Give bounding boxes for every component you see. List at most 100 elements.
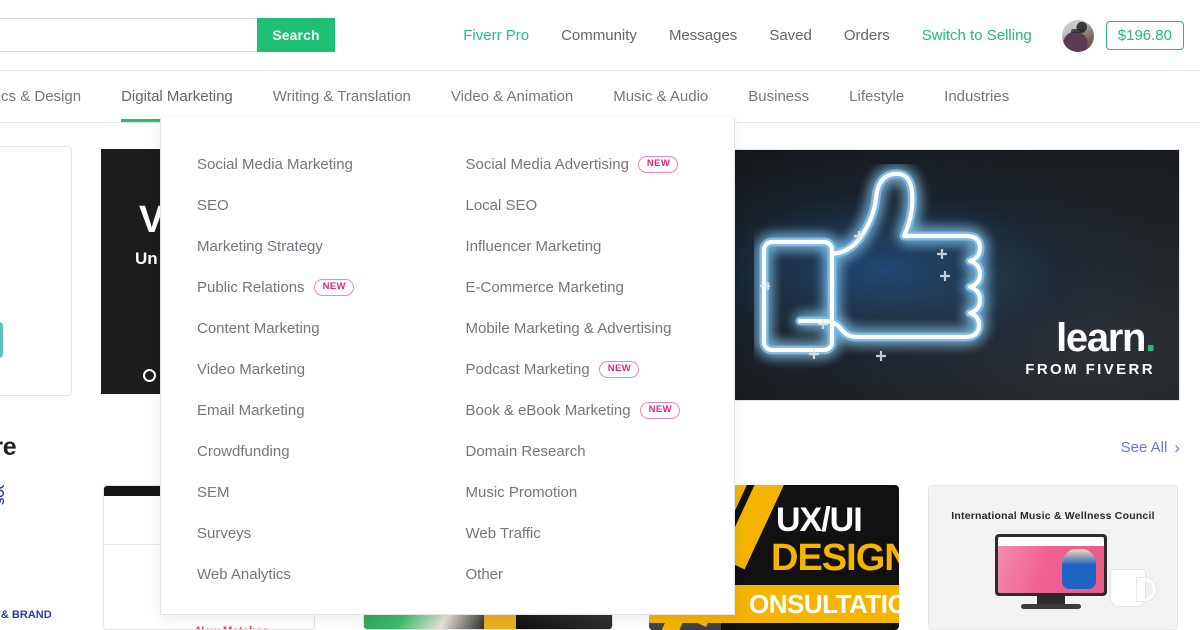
dropdown-item-surveys[interactable]: Surveys	[197, 513, 466, 554]
dropdown-item-other[interactable]: Other	[466, 554, 735, 595]
promo-card-left[interactable]: ers	[0, 146, 72, 396]
site-header: Search Fiverr Pro Community Messages Sav…	[0, 0, 1200, 71]
monitor-stand	[1037, 596, 1065, 604]
dropdown-item-label: Other	[465, 566, 504, 583]
nav-fiverr-pro[interactable]: Fiverr Pro	[447, 0, 545, 71]
coffee-mug-icon	[1111, 570, 1156, 606]
learn-logo: learn.	[1056, 316, 1156, 360]
dropdown-item-label: Social Media Marketing	[197, 156, 353, 173]
header-right-group: Fiverr Pro Community Messages Saved Orde…	[447, 0, 1184, 71]
uxui-title-line1: UX/UI	[776, 501, 863, 539]
dropdown-item-marketing-strategy[interactable]: Marketing Strategy	[197, 226, 466, 267]
dropdown-column-right: Social Media Advertising NEW Local SEO In…	[466, 144, 735, 595]
dropdown-item-label: Music Promotion	[465, 484, 578, 501]
category-industries[interactable]: Industries	[924, 71, 1029, 122]
gig-card-video[interactable]: MARKETING CULTURE TOR TY STRATEGY & BRAN…	[0, 485, 93, 630]
dropdown-item-social-media-advertising[interactable]: Social Media Advertising NEW	[466, 144, 735, 185]
dropdown-item-influencer-marketing[interactable]: Influencer Marketing	[466, 226, 735, 267]
dropdown-item-public-relations[interactable]: Public Relations NEW	[197, 267, 466, 308]
promo-card-dark-subtitle: Un	[135, 249, 158, 268]
category-nav: Graphics & Design Digital Marketing Writ…	[0, 71, 1200, 123]
uxui-title-line2: DESIGN	[771, 537, 899, 579]
digital-marketing-dropdown: Social Media Marketing SEO Marketing Str…	[160, 118, 735, 615]
dropdown-column-left: Social Media Marketing SEO Marketing Str…	[197, 144, 466, 595]
category-music-audio[interactable]: Music & Audio	[593, 71, 728, 122]
dropdown-item-web-traffic[interactable]: Web Traffic	[466, 513, 735, 554]
search-button[interactable]: Search	[257, 18, 335, 52]
dropdown-item-label: Book & eBook Marketing	[465, 402, 631, 419]
category-digital-marketing[interactable]: Digital Marketing	[101, 71, 253, 122]
new-badge: NEW	[313, 279, 354, 296]
dropdown-item-label: Social Media Advertising	[465, 156, 629, 173]
word-cloud-thumbnail: MARKETING CULTURE TOR TY STRATEGY & BRAN…	[0, 485, 93, 630]
new-badge: NEW	[639, 402, 680, 419]
dropdown-item-email-marketing[interactable]: Email Marketing	[197, 390, 466, 431]
dropdown-item-sem[interactable]: SEM	[197, 472, 466, 513]
uxui-title-line3: ONSULTATION	[749, 589, 899, 619]
neon-thumbs-up-icon	[759, 169, 985, 361]
search-bar[interactable]: Search	[0, 18, 335, 52]
balance-badge[interactable]: $196.80	[1105, 21, 1184, 50]
dropdown-item-local-seo[interactable]: Local SEO	[466, 185, 735, 226]
dropdown-item-label: Local SEO	[465, 197, 538, 214]
dropdown-item-label: Domain Research	[465, 443, 586, 460]
monitor-thumbnail: International Music & Wellness Council	[929, 486, 1177, 629]
category-nav-items: Graphics & Design Digital Marketing Writ…	[0, 71, 1029, 122]
monitor-base	[1021, 604, 1081, 609]
dropdown-item-domain-research[interactable]: Domain Research	[466, 431, 735, 472]
promo-card-left-button[interactable]	[0, 322, 3, 358]
dropdown-item-music-promotion[interactable]: Music Promotion	[466, 472, 735, 513]
dropdown-item-label: Marketing Strategy	[197, 238, 323, 255]
dropdown-item-label: Podcast Marketing	[465, 361, 590, 378]
nav-community[interactable]: Community	[545, 0, 653, 71]
learn-from-fiverr-banner[interactable]: learn. FROM FIVERR	[731, 149, 1180, 401]
search-input[interactable]	[0, 18, 257, 52]
category-business[interactable]: Business	[728, 71, 829, 122]
nav-messages[interactable]: Messages	[653, 0, 753, 71]
dropdown-item-e-commerce-marketing[interactable]: E-Commerce Marketing	[466, 267, 735, 308]
category-writing-translation[interactable]: Writing & Translation	[253, 71, 431, 122]
see-all-label: See All	[1120, 439, 1168, 456]
dropdown-item-crowdfunding[interactable]: Crowdfunding	[197, 431, 466, 472]
dropdown-item-label: Content Marketing	[197, 320, 320, 337]
dropdown-item-video-marketing[interactable]: Video Marketing	[197, 349, 466, 390]
dropdown-item-seo[interactable]: SEO	[197, 185, 466, 226]
dropdown-item-label: Mobile Marketing & Advertising	[465, 320, 672, 337]
dropdown-item-content-marketing[interactable]: Content Marketing	[197, 308, 466, 349]
dropdown-item-web-analytics[interactable]: Web Analytics	[197, 554, 466, 595]
dropdown-item-label: Web Traffic	[465, 525, 541, 542]
learn-logo-dot: .	[1145, 316, 1156, 360]
dropdown-item-label: Influencer Marketing	[465, 238, 602, 255]
header-nav: Fiverr Pro Community Messages Saved Orde…	[447, 0, 1048, 71]
new-badge: NEW	[637, 156, 679, 173]
new-badge: NEW	[598, 361, 640, 378]
chat-app-new-matches-label: New Matches	[196, 626, 269, 629]
gig-card-monitor-mockup[interactable]: International Music & Wellness Council	[928, 485, 1178, 630]
dropdown-item-label: SEM	[197, 484, 230, 501]
dropdown-item-label: E-Commerce Marketing	[465, 279, 624, 296]
category-graphics-design[interactable]: Graphics & Design	[0, 71, 101, 122]
nav-switch-to-selling[interactable]: Switch to Selling	[906, 0, 1048, 71]
promo-card-dark-bullet-icon	[143, 369, 156, 382]
learn-tagline: FROM FIVERR	[1025, 361, 1155, 378]
avatar[interactable]	[1061, 19, 1094, 52]
dropdown-item-label: Email Marketing	[197, 402, 305, 419]
category-video-animation[interactable]: Video & Animation	[431, 71, 593, 122]
chevron-right-icon: ›	[1174, 438, 1180, 457]
fiverr-page: Search Fiverr Pro Community Messages Sav…	[0, 0, 1200, 630]
nav-saved[interactable]: Saved	[753, 0, 828, 71]
dropdown-item-label: Crowdfunding	[197, 443, 290, 460]
section-title: & more	[0, 433, 17, 461]
dropdown-item-podcast-marketing[interactable]: Podcast Marketing NEW	[466, 349, 735, 390]
monitor-title: International Music & Wellness Council	[951, 510, 1155, 522]
dropdown-item-label: Web Analytics	[197, 566, 291, 583]
dropdown-item-social-media-marketing[interactable]: Social Media Marketing	[197, 144, 466, 185]
dropdown-item-mobile-marketing-advertising[interactable]: Mobile Marketing & Advertising	[466, 308, 735, 349]
category-lifestyle[interactable]: Lifestyle	[829, 71, 924, 122]
nav-orders[interactable]: Orders	[828, 0, 906, 71]
dropdown-item-book-ebook-marketing[interactable]: Book & eBook Marketing NEW	[466, 390, 735, 431]
dropdown-item-label: SEO	[197, 197, 229, 214]
dropdown-item-label: Video Marketing	[197, 361, 306, 378]
see-all-link[interactable]: See All ›	[1121, 439, 1180, 456]
dropdown-columns: Social Media Marketing SEO Marketing Str…	[161, 118, 734, 595]
